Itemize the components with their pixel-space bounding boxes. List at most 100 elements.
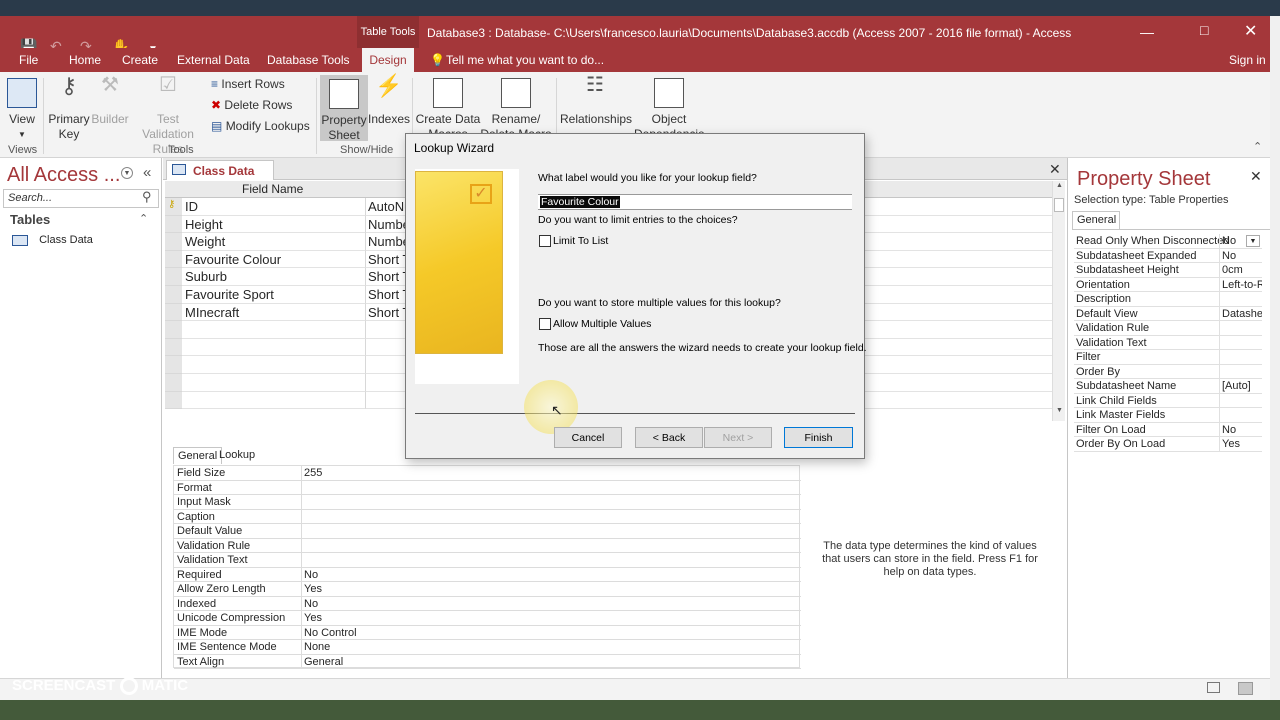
cancel-button[interactable]: Cancel xyxy=(554,427,622,448)
field-property-value[interactable]: 255 xyxy=(304,467,322,479)
search-icon[interactable]: ⚲ xyxy=(142,189,152,205)
property-sheet-row[interactable]: Subdatasheet Expanded No xyxy=(1074,248,1262,263)
field-property-row[interactable]: Allow Zero Length Yes xyxy=(174,582,801,597)
field-name-cell[interactable]: ID xyxy=(182,198,366,216)
property-value[interactable]: Left-to-R xyxy=(1222,279,1262,291)
field-property-row[interactable]: Validation Rule xyxy=(174,538,801,553)
nav-section-tables[interactable]: Tables xyxy=(10,212,50,227)
field-name-cell[interactable]: Height xyxy=(182,215,366,234)
collapse-section-icon[interactable]: ⌃ xyxy=(139,212,148,225)
scroll-down-icon[interactable]: ▼ xyxy=(1056,407,1063,414)
field-property-row[interactable]: Input Mask xyxy=(174,495,801,510)
property-value[interactable]: 0cm xyxy=(1222,264,1262,276)
property-value[interactable]: No xyxy=(1222,424,1262,436)
field-property-row[interactable]: IME Mode No Control xyxy=(174,625,801,640)
property-value[interactable]: Yes xyxy=(1222,438,1262,450)
field-name-cell[interactable]: Favourite Colour xyxy=(182,250,366,269)
field-property-value[interactable]: No Control xyxy=(304,627,357,639)
field-name-cell[interactable] xyxy=(182,338,366,357)
property-sheet-row[interactable]: Link Child Fields xyxy=(1074,393,1262,408)
field-name-cell[interactable]: Favourite Sport xyxy=(182,286,366,304)
delete-rows-button[interactable]: ✖ Delete Rows xyxy=(211,98,292,112)
row-selector[interactable] xyxy=(165,303,182,322)
field-name-cell[interactable] xyxy=(182,321,366,339)
indexes-button[interactable]: ⚡ Indexes xyxy=(368,75,410,127)
datasheet-view-icon[interactable] xyxy=(1207,682,1220,693)
tab-lookup[interactable]: Lookup xyxy=(215,447,259,463)
scroll-up-icon[interactable]: ▲ xyxy=(1056,182,1063,189)
limit-to-list-checkbox[interactable] xyxy=(539,235,551,247)
next-button[interactable]: Next > xyxy=(704,427,772,448)
close-window-icon[interactable]: ✕ xyxy=(1244,21,1257,41)
relationships-button[interactable]: ☷ Relationships xyxy=(560,75,632,127)
limit-to-list-label[interactable]: Limit To List xyxy=(553,235,608,247)
field-property-value[interactable]: None xyxy=(304,641,330,653)
row-selector[interactable] xyxy=(165,321,182,339)
row-selector[interactable] xyxy=(165,391,182,410)
row-selector[interactable] xyxy=(165,374,182,392)
property-sheet-row[interactable]: Orientation Left-to-R xyxy=(1074,277,1262,292)
field-property-row[interactable]: Caption xyxy=(174,509,801,524)
close-property-sheet-icon[interactable]: ✕ xyxy=(1250,168,1262,185)
shutter-bar-close-icon[interactable]: « xyxy=(143,164,151,181)
row-selector[interactable] xyxy=(165,356,182,374)
field-property-value[interactable]: No xyxy=(304,569,318,581)
close-document-icon[interactable]: ✕ xyxy=(1049,161,1061,178)
tab-external-data[interactable]: External Data xyxy=(177,53,250,67)
field-name-cell[interactable]: Suburb xyxy=(182,268,366,286)
field-property-row[interactable]: Validation Text xyxy=(174,553,801,568)
insert-rows-button[interactable]: ≡ Insert Rows xyxy=(211,77,285,91)
row-selector[interactable] xyxy=(165,250,182,269)
tab-design[interactable]: Design xyxy=(362,48,414,72)
back-button[interactable]: < Back xyxy=(635,427,703,448)
nav-item-class-data[interactable]: Class Data xyxy=(12,234,93,246)
row-selector[interactable] xyxy=(165,338,182,357)
view-button[interactable]: View ▼ xyxy=(6,78,38,142)
maximize-icon[interactable]: □ xyxy=(1200,22,1208,38)
field-name-cell[interactable] xyxy=(182,374,366,392)
property-sheet-row[interactable]: Order By On Load Yes xyxy=(1074,437,1262,452)
row-selector[interactable] xyxy=(165,286,182,304)
collapse-ribbon-icon[interactable]: ⌃ xyxy=(1253,140,1262,153)
field-property-row[interactable]: Default Value xyxy=(174,524,801,539)
property-sheet-row[interactable]: Link Master Fields xyxy=(1074,408,1262,423)
property-sheet-row[interactable]: Read Only When Disconnected No xyxy=(1074,234,1262,249)
builder-button[interactable]: ⚒ Builder xyxy=(91,75,129,127)
minimize-icon[interactable]: — xyxy=(1140,24,1154,40)
tell-me-box[interactable]: Tell me what you want to do... xyxy=(446,53,604,67)
property-sheet-row[interactable]: Filter xyxy=(1074,350,1262,365)
grid-scrollbar[interactable]: ▲ ▼ xyxy=(1052,181,1065,421)
dropdown-chevron-icon[interactable]: ▼ xyxy=(1246,235,1260,247)
primary-key-button[interactable]: ⚷ Primary Key xyxy=(48,75,90,142)
row-selector[interactable] xyxy=(165,215,182,234)
field-property-row[interactable]: Required No xyxy=(174,567,801,582)
nav-pane-title[interactable]: All Access ... xyxy=(7,164,120,187)
tab-create[interactable]: Create xyxy=(122,53,158,67)
property-sheet-row[interactable]: Validation Text xyxy=(1074,335,1262,350)
field-name-cell[interactable] xyxy=(182,391,366,410)
allow-multiple-values-checkbox[interactable] xyxy=(539,318,551,330)
property-sheet-row[interactable]: Order By xyxy=(1074,364,1262,379)
field-name-cell[interactable]: Weight xyxy=(182,233,366,251)
property-sheet-row[interactable]: Filter On Load No xyxy=(1074,422,1262,437)
field-property-value[interactable]: Yes xyxy=(304,612,322,624)
property-sheet-row[interactable]: Validation Rule xyxy=(1074,321,1262,336)
tab-home[interactable]: Home xyxy=(69,53,101,67)
field-name-cell[interactable] xyxy=(182,356,366,374)
rename-delete-macro-button[interactable]: Rename/ Delete Macro xyxy=(480,78,552,136)
field-property-row[interactable]: IME Sentence Mode None xyxy=(174,640,801,655)
property-sheet-row[interactable]: Subdatasheet Name [Auto] xyxy=(1074,379,1262,394)
field-property-value[interactable]: Yes xyxy=(304,583,322,595)
create-data-macros-button[interactable]: Create Data Macros xyxy=(414,78,482,136)
property-sheet-button[interactable]: Property Sheet xyxy=(320,75,368,142)
field-property-value[interactable]: General xyxy=(304,656,343,668)
finish-button[interactable]: Finish xyxy=(784,427,853,448)
nav-search-input[interactable]: Search... xyxy=(3,189,159,208)
property-value[interactable]: [Auto] xyxy=(1222,380,1262,392)
field-property-row[interactable]: Format xyxy=(174,480,801,495)
field-property-row[interactable]: Text Align General xyxy=(174,654,801,669)
sign-in-link[interactable]: Sign in xyxy=(1229,53,1266,67)
object-dependencies-button[interactable]: Object Dependencies xyxy=(634,78,704,136)
field-property-value[interactable]: No xyxy=(304,598,318,610)
property-sheet-tab-general[interactable]: General xyxy=(1072,211,1120,229)
